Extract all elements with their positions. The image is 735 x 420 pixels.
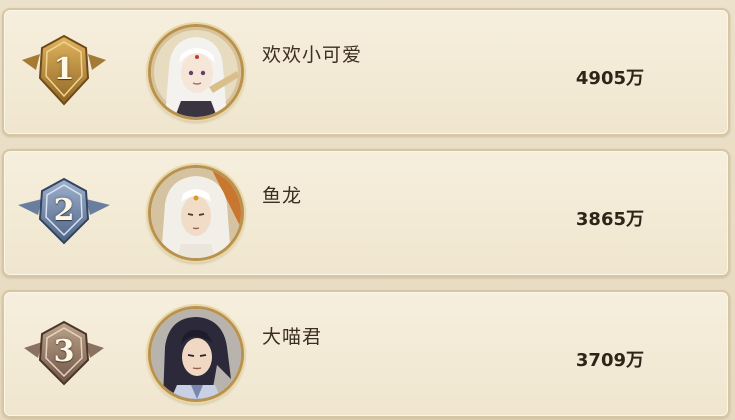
- leaderboard-row[interactable]: 1 欢欢小可爱 4905万: [2, 8, 730, 136]
- leaderboard-row[interactable]: 3 大喵君 3709万: [2, 290, 730, 418]
- rank-number: 2: [53, 193, 75, 228]
- rank-number: 1: [53, 52, 75, 87]
- player-score: 3709万: [575, 350, 644, 371]
- player-score: 4905万: [575, 68, 644, 89]
- dark-haired-man-avatar-icon[interactable]: [148, 306, 244, 402]
- rank-badge-silver: 2: [16, 171, 112, 255]
- player-name: 大喵君: [262, 326, 323, 348]
- white-haired-girl-avatar-icon[interactable]: [148, 24, 244, 120]
- player-name: 鱼龙: [262, 185, 303, 207]
- leaderboard: 1 欢欢小可爱 4905万 2 鱼龙 3865万 3 大喵君 3709万: [0, 0, 735, 420]
- player-name: 欢欢小可爱: [262, 44, 363, 66]
- rank-number: 3: [53, 334, 75, 369]
- white-haired-man-avatar-icon[interactable]: [148, 165, 244, 261]
- rank-badge-gold: 1: [16, 30, 112, 114]
- player-score: 3865万: [575, 209, 644, 230]
- rank-badge-bronze: 3: [16, 312, 112, 396]
- leaderboard-row[interactable]: 2 鱼龙 3865万: [2, 149, 730, 277]
